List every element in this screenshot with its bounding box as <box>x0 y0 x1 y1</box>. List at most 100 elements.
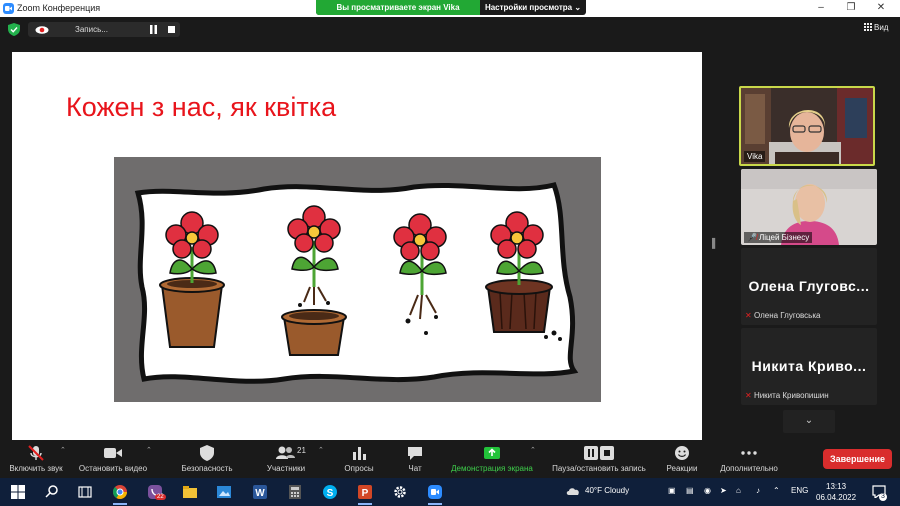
tray-overflow-icon[interactable]: ⌃ <box>773 486 780 495</box>
participants-count: 21 <box>297 446 306 455</box>
shared-screen-slide: Кожен з нас, як квітка <box>12 52 702 440</box>
weather-cloud-icon <box>566 488 579 495</box>
viber-unread-badge: 22 <box>155 494 166 500</box>
share-banner: Вы просматриваете экран Vika Настройки п… <box>316 0 586 15</box>
encryption-shield-icon[interactable] <box>8 23 20 36</box>
video-tile-lyceum[interactable]: 🎤̸ Ліцей Бізнесу <box>741 169 877 245</box>
reactions-smiley-icon <box>675 446 689 460</box>
more-dots-icon <box>741 451 757 455</box>
zoom-active-indicator <box>428 503 442 505</box>
muted-mic-icon: 🎤̸ <box>747 233 757 242</box>
more-button[interactable]: Дополнительно <box>716 444 782 473</box>
windows-start-icon[interactable] <box>10 484 26 500</box>
participants-label: Участники <box>266 464 306 473</box>
participant-display-name-nikita: Никита Криво... <box>751 358 867 374</box>
telegram-tray-icon[interactable]: ➤ <box>720 486 727 495</box>
name-tile-olena[interactable]: Олена Глуговс... ✕ Олена Глуговська <box>741 248 877 325</box>
polls-chart-icon <box>353 447 366 460</box>
share-screen-button[interactable]: Демонстрация экрана <box>446 444 538 473</box>
meeting-controls: Включить звук ⌃ Остановить видео ⌃ Безоп… <box>0 440 900 478</box>
settings-gear-icon[interactable] <box>392 484 408 500</box>
security-shield-icon <box>200 445 214 461</box>
clock[interactable]: 13:13 06.04.2022 <box>816 481 856 503</box>
chat-label: Чат <box>408 464 422 473</box>
svg-text:P: P <box>362 488 369 499</box>
file-explorer-icon[interactable] <box>182 484 198 500</box>
name-tile-nikita[interactable]: Никита Криво... ✕ Никита Кривопишин <box>741 328 877 405</box>
pause-stop-record-icon <box>584 446 614 460</box>
recording-indicator: Запись... <box>28 22 180 37</box>
slide-title: Кожен з нас, як квітка <box>66 92 337 122</box>
zoom-tray-icon[interactable]: ▣ <box>668 486 676 495</box>
photo-viewer-icon[interactable] <box>216 484 232 500</box>
participant-name-olena: ✕ Олена Глуговська <box>745 311 820 320</box>
participant-name-lyceum: 🎤̸ Ліцей Бізнесу <box>744 232 813 243</box>
search-icon[interactable] <box>44 484 60 500</box>
svg-text:W: W <box>255 488 265 499</box>
participants-icon <box>276 446 295 459</box>
window-title: Zoom Конференция <box>17 3 101 13</box>
zoom-taskbar-icon[interactable] <box>427 484 443 500</box>
view-options-dropdown[interactable]: Настройки просмотра ⌄ <box>480 0 586 15</box>
pause-recording-icon[interactable] <box>149 25 158 34</box>
participant-name-lyceum-text: Ліцей Бізнесу <box>758 233 810 242</box>
reactions-button[interactable]: Реакции <box>664 444 700 473</box>
stop-video-button[interactable]: Остановить видео <box>78 444 148 473</box>
chat-button[interactable]: Чат <box>404 444 426 473</box>
meeting-top-bar: Запись... Вид <box>0 17 900 42</box>
unmute-button[interactable]: Включить звук <box>8 444 64 473</box>
flower-in-pot-1 <box>159 211 225 348</box>
flower-pots-illustration <box>114 157 601 402</box>
panel-resize-handle[interactable]: ▌ <box>712 238 718 254</box>
pause-stop-recording-button[interactable]: Пауза/остановить запись <box>548 444 650 473</box>
share-screen-icon <box>484 447 500 459</box>
participant-name-vika: Vika <box>744 151 766 162</box>
video-tile-vika[interactable]: Vika <box>739 86 875 166</box>
stop-video-label: Остановить видео <box>78 464 148 473</box>
scroll-participants-down-button[interactable]: ⌄ <box>783 410 835 433</box>
muted-microphone-icon <box>28 445 44 461</box>
viber-tray-icon[interactable]: ◉ <box>704 486 711 495</box>
audio-options-caret[interactable]: ⌃ <box>60 446 66 454</box>
chrome-active-indicator <box>113 503 127 505</box>
clock-date: 06.04.2022 <box>816 493 857 502</box>
more-label: Дополнительно <box>720 464 778 473</box>
zoom-window: Zoom Конференция Вы просматриваете экран… <box>0 0 900 506</box>
chrome-icon[interactable] <box>112 484 128 500</box>
video-camera-icon <box>104 448 122 458</box>
weather-text[interactable]: 40°F Cloudy <box>585 486 629 495</box>
windows-taskbar: 22 W S P 40°F Cloudy ▣ ▤ ◉ ➤ ⌂ ♪ ⌃ ENG 1… <box>0 478 900 506</box>
chevron-down-icon: ⌄ <box>804 415 814 426</box>
notes-tray-icon[interactable]: ▤ <box>686 486 694 495</box>
skype-icon[interactable]: S <box>322 484 338 500</box>
minimize-button[interactable]: – <box>806 0 836 17</box>
participants-options-caret[interactable]: ⌃ <box>318 446 324 454</box>
notifications-count: 3 <box>879 493 887 501</box>
close-button[interactable]: ✕ <box>866 0 896 17</box>
muted-mic-icon: ✕ <box>745 391 752 400</box>
polls-button[interactable]: Опросы <box>340 444 378 473</box>
participant-name-olena-text: Олена Глуговська <box>753 311 821 320</box>
powerpoint-icon[interactable]: P <box>357 484 373 500</box>
participant-name-nikita-text: Никита Кривопишин <box>753 391 829 400</box>
cloud-record-icon <box>35 26 49 34</box>
word-icon[interactable]: W <box>252 484 268 500</box>
share-options-caret[interactable]: ⌃ <box>530 446 536 454</box>
network-tray-icon[interactable]: ⌂ <box>736 486 741 495</box>
end-meeting-button[interactable]: Завершение <box>823 449 892 469</box>
calculator-icon[interactable] <box>287 484 303 500</box>
clock-time: 13:13 <box>826 482 847 491</box>
volume-icon[interactable]: ♪ <box>756 486 760 495</box>
stop-recording-icon[interactable] <box>168 26 175 33</box>
security-label: Безопасность <box>181 464 233 473</box>
language-indicator[interactable]: ENG <box>791 486 808 495</box>
zoom-app-icon <box>3 3 14 14</box>
reactions-label: Реакции <box>666 464 698 473</box>
polls-label: Опросы <box>344 464 374 473</box>
task-view-icon[interactable] <box>77 484 93 500</box>
security-button[interactable]: Безопасность <box>178 444 236 473</box>
muted-mic-icon: ✕ <box>745 311 752 320</box>
maximize-button[interactable]: ❐ <box>836 0 866 17</box>
view-button[interactable]: Вид <box>864 23 888 32</box>
video-options-caret[interactable]: ⌃ <box>146 446 152 454</box>
